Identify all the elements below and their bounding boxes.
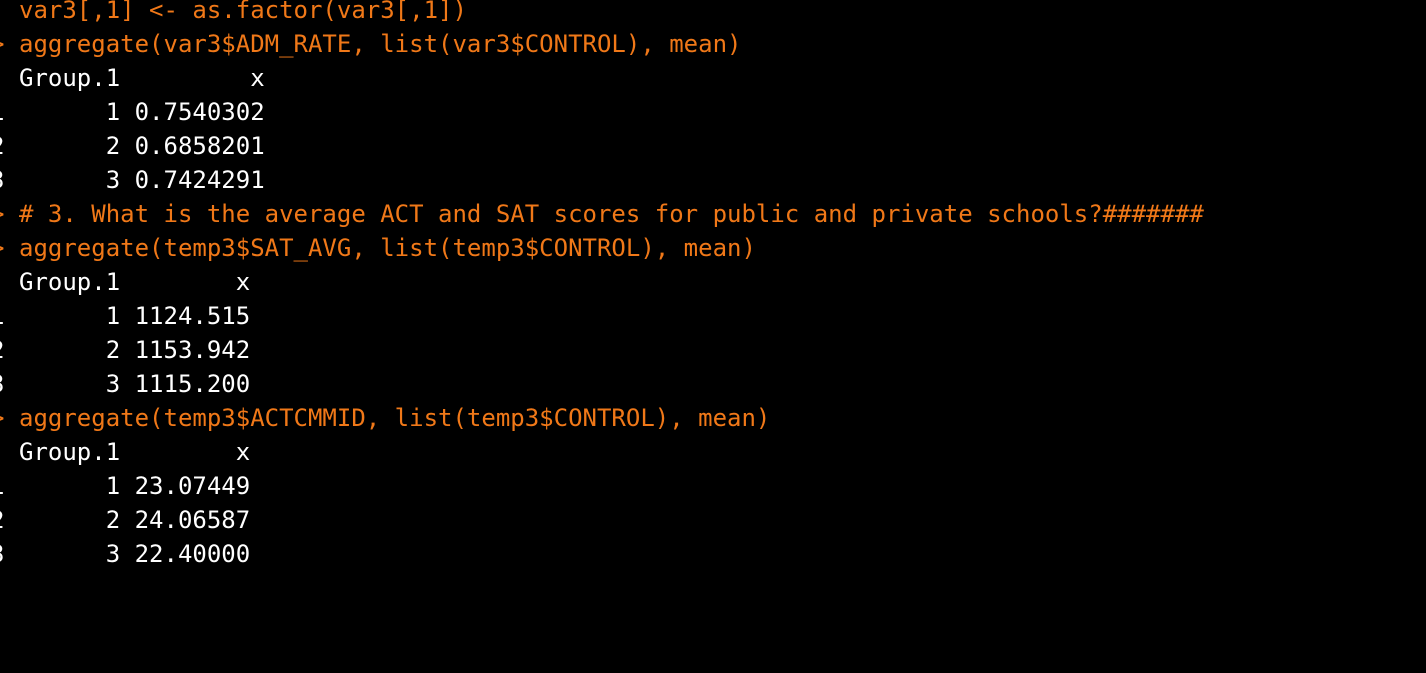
console-line-output: 2 2 1153.942 xyxy=(0,333,1426,367)
console-line-output: Group.1 x xyxy=(0,435,1426,469)
output-header: Group.1 x xyxy=(19,268,251,296)
row-index: 2 xyxy=(0,129,8,163)
console-line-output: 1 1 23.07449 xyxy=(0,469,1426,503)
console-line-input: > aggregate(temp3$SAT_AVG, list(temp3$CO… xyxy=(0,231,1426,265)
r-console[interactable]: var3[,1] <- as.factor(var3[,1]) > aggreg… xyxy=(0,0,1426,571)
console-line-output: 1 1 0.7540302 xyxy=(0,95,1426,129)
output-row: 2 0.6858201 xyxy=(19,132,265,160)
output-row: 1 1124.515 xyxy=(19,302,251,330)
console-line-input: > aggregate(var3$ADM_RATE, list(var3$CON… xyxy=(0,27,1426,61)
comment-text: # 3. What is the average ACT and SAT sco… xyxy=(19,200,1204,228)
output-row: 1 23.07449 xyxy=(19,472,251,500)
console-line-output: Group.1 x xyxy=(0,61,1426,95)
prompt-marker: > xyxy=(0,231,8,265)
row-index: 3 xyxy=(0,537,8,571)
output-row: 1 0.7540302 xyxy=(19,98,265,126)
row-index: 1 xyxy=(0,469,8,503)
output-row: 2 1153.942 xyxy=(19,336,251,364)
command-text: var3[,1] <- as.factor(var3[,1]) xyxy=(19,0,467,24)
output-row: 3 22.40000 xyxy=(19,540,251,568)
command-text: aggregate(var3$ADM_RATE, list(var3$CONTR… xyxy=(19,30,742,58)
command-text: aggregate(temp3$SAT_AVG, list(temp3$CONT… xyxy=(19,234,756,262)
console-line-output: 3 3 0.7424291 xyxy=(0,163,1426,197)
console-line-output: 1 1 1124.515 xyxy=(0,299,1426,333)
output-row: 2 24.06587 xyxy=(19,506,251,534)
console-line-output: 3 3 1115.200 xyxy=(0,367,1426,401)
output-header: Group.1 x xyxy=(19,438,251,466)
console-line-output: 2 2 24.06587 xyxy=(0,503,1426,537)
output-row: 3 1115.200 xyxy=(19,370,251,398)
row-index: 2 xyxy=(0,503,8,537)
console-line-output: 2 2 0.6858201 xyxy=(0,129,1426,163)
prompt-marker: > xyxy=(0,197,8,231)
prompt-marker: > xyxy=(0,27,8,61)
console-line-input: > # 3. What is the average ACT and SAT s… xyxy=(0,197,1426,231)
console-line-input: var3[,1] <- as.factor(var3[,1]) xyxy=(0,0,1426,27)
row-index: 3 xyxy=(0,163,8,197)
row-index: 2 xyxy=(0,333,8,367)
output-row: 3 0.7424291 xyxy=(19,166,265,194)
row-index: 1 xyxy=(0,95,8,129)
console-line-output: 3 3 22.40000 xyxy=(0,537,1426,571)
console-line-output: Group.1 x xyxy=(0,265,1426,299)
console-line-input: > aggregate(temp3$ACTCMMID, list(temp3$C… xyxy=(0,401,1426,435)
command-text: aggregate(temp3$ACTCMMID, list(temp3$CON… xyxy=(19,404,771,432)
row-index: 1 xyxy=(0,299,8,333)
output-header: Group.1 x xyxy=(19,64,265,92)
row-index: 3 xyxy=(0,367,8,401)
prompt-marker: > xyxy=(0,401,8,435)
